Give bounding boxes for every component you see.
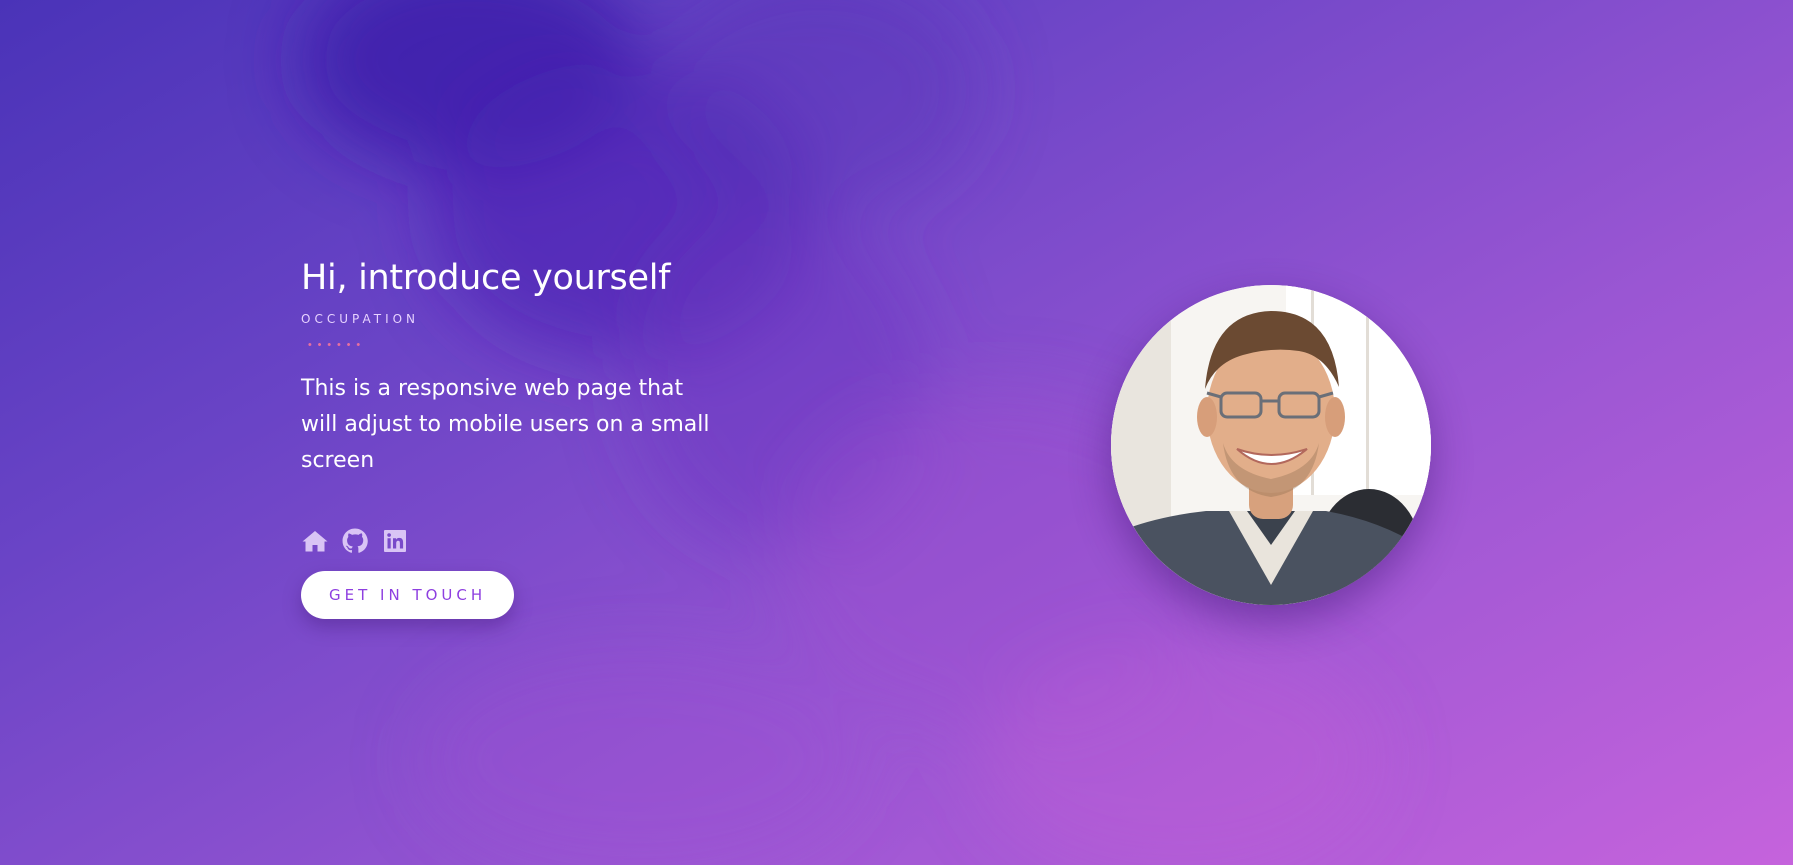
linkedin-icon-glyph [384,530,406,552]
home-icon-glyph [302,531,328,552]
profile-photo [1111,285,1431,605]
hero-section: Hi, introduce yourself OCCUPATION This i… [301,256,761,619]
bio-text: This is a responsive web page that will … [301,376,710,473]
home-icon[interactable] [301,527,329,555]
social-links [301,527,761,555]
github-icon-glyph [342,528,368,553]
background-smoke-image [300,0,1380,865]
dotted-divider [305,343,363,346]
profile-photo-illustration [1111,285,1431,605]
occupation-label: OCCUPATION [301,312,420,326]
get-in-touch-button[interactable]: GET IN TOUCH [301,571,515,619]
github-icon[interactable] [341,527,369,555]
linkedin-icon[interactable] [381,527,409,555]
hero-title: Hi, introduce yourself [301,258,671,298]
